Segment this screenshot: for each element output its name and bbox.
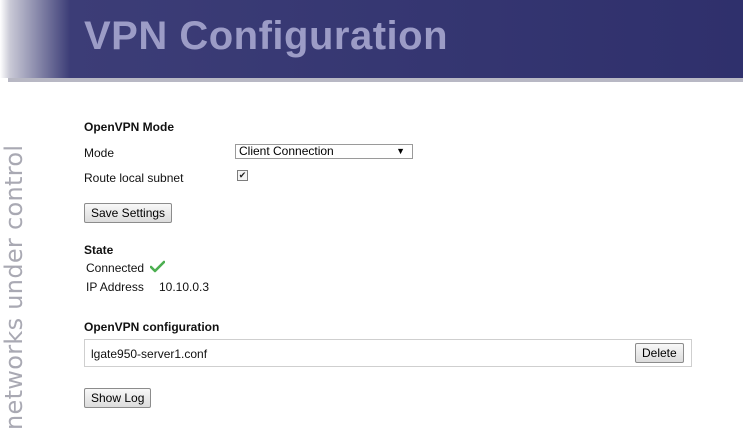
openvpn-mode-title: OpenVPN Mode bbox=[84, 120, 175, 134]
route-local-subnet-label: Route local subnet bbox=[84, 171, 184, 185]
delete-config-button[interactable]: Delete bbox=[635, 343, 684, 363]
config-file-name: lgate950-server1.conf bbox=[91, 347, 208, 361]
route-local-subnet-checkbox[interactable]: ✔ bbox=[237, 170, 248, 181]
main-content: OpenVPN Mode Mode Client Connection ▼ Ro… bbox=[84, 0, 704, 437]
ip-address-value: 10.10.0.3 bbox=[159, 280, 210, 294]
connected-check-icon bbox=[150, 260, 165, 273]
show-log-button[interactable]: Show Log bbox=[84, 388, 152, 408]
ip-address-label: IP Address bbox=[86, 280, 144, 294]
state-title: State bbox=[84, 243, 114, 257]
mode-select[interactable]: Client Connection ▼ bbox=[235, 144, 413, 159]
brand-tagline: networks under control bbox=[0, 144, 28, 430]
config-file-row: lgate950-server1.conf Delete bbox=[84, 339, 692, 367]
save-settings-button[interactable]: Save Settings bbox=[84, 203, 173, 223]
mode-label: Mode bbox=[84, 146, 115, 160]
mode-select-value: Client Connection bbox=[239, 144, 334, 158]
dropdown-arrow-icon: ▼ bbox=[396, 146, 405, 156]
connection-status: Connected bbox=[86, 261, 145, 275]
openvpn-configuration-title: OpenVPN configuration bbox=[84, 320, 220, 334]
